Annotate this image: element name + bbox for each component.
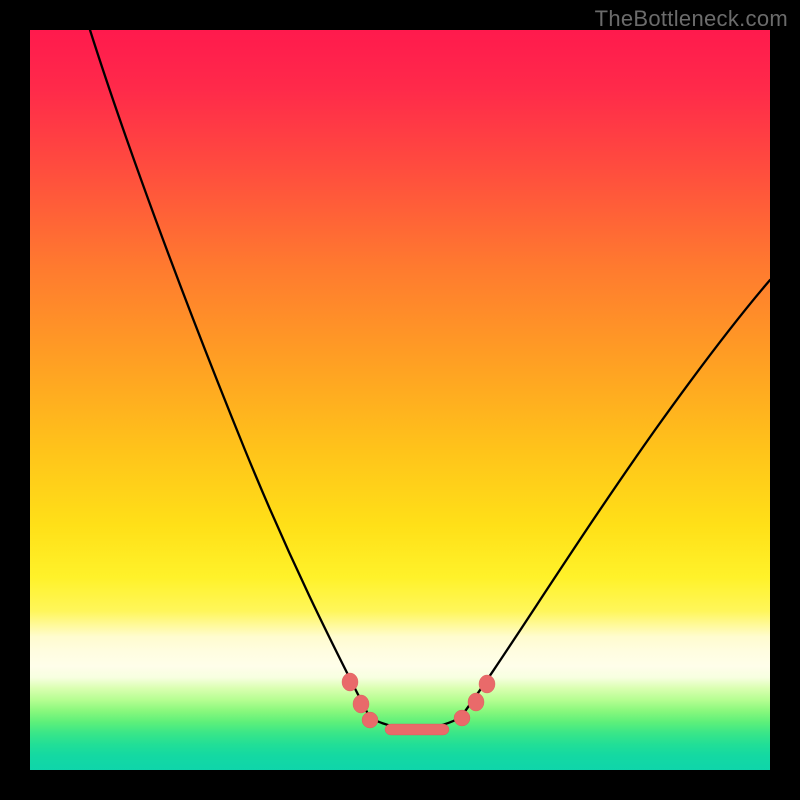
- bead-left-2: [353, 695, 369, 713]
- chart-frame: TheBottleneck.com: [0, 0, 800, 800]
- plot-area: [30, 30, 770, 770]
- curve-left-branch: [90, 30, 370, 718]
- bead-left-3: [362, 712, 378, 728]
- bead-left-1: [342, 673, 358, 691]
- bottleneck-curve: [30, 30, 770, 770]
- bead-right-1: [454, 710, 470, 726]
- curve-right-branch: [460, 280, 770, 718]
- watermark-text: TheBottleneck.com: [595, 6, 788, 32]
- bead-right-3: [479, 675, 495, 693]
- bead-right-2: [468, 693, 484, 711]
- valley-dash: [385, 724, 449, 735]
